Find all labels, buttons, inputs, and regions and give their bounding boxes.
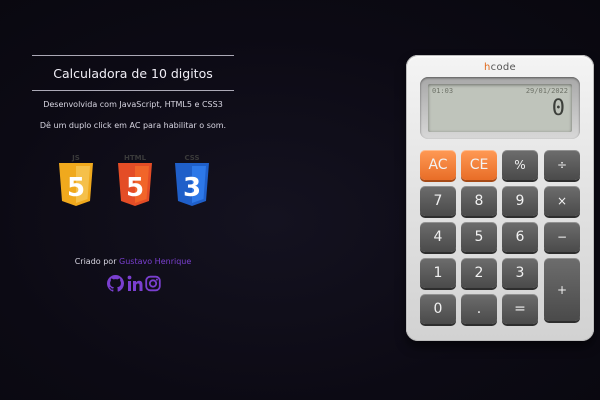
digit-8-button[interactable]: 8	[461, 186, 497, 216]
decimal-button[interactable]: .	[461, 294, 497, 324]
svg-text:HTML: HTML	[124, 154, 147, 162]
minus-button[interactable]: −	[544, 222, 580, 252]
brand-logo: hcode	[484, 62, 516, 73]
linkedin-icon[interactable]	[127, 275, 143, 292]
instagram-icon[interactable]	[145, 275, 161, 292]
ac-button[interactable]: AC	[420, 150, 456, 180]
tech-badges: JS 5 HTML 5 CSS 3	[57, 153, 217, 209]
credit-line: Criado por Gustavo Henrique	[50, 257, 216, 266]
svg-text:CSS: CSS	[184, 154, 199, 162]
lcd-display: 01:03 29/01/2022 0	[428, 84, 572, 132]
info-panel: Calculadora de 10 digitos Desenvolvida c…	[32, 55, 234, 130]
divider-top	[32, 55, 234, 56]
divider-bottom	[32, 90, 234, 91]
social-links	[107, 275, 163, 293]
sound-hint-text: Dê um duplo click em AC para habilitar o…	[39, 121, 227, 130]
lcd-value: 0	[551, 96, 566, 121]
digit-5-button[interactable]: 5	[461, 222, 497, 252]
divide-button[interactable]: ÷	[544, 150, 580, 180]
html5-badge-icon: HTML 5	[118, 154, 152, 206]
equals-button[interactable]: =	[502, 294, 538, 324]
plus-button[interactable]: +	[544, 258, 580, 321]
css3-badge-icon: CSS 3	[175, 154, 209, 206]
description-text: Desenvolvida com JavaScript, HTML5 e CSS…	[43, 100, 223, 109]
digit-4-button[interactable]: 4	[420, 222, 456, 252]
page-title: Calculadora de 10 digitos	[53, 66, 213, 81]
digit-0-button[interactable]: 0	[420, 294, 456, 324]
digit-9-button[interactable]: 9	[502, 186, 538, 216]
percent-button[interactable]: %	[502, 150, 538, 180]
github-icon[interactable]	[107, 275, 124, 292]
digit-6-button[interactable]: 6	[502, 222, 538, 252]
author-link[interactable]: Gustavo Henrique	[119, 257, 191, 266]
js-badge-icon: JS 5	[59, 154, 93, 206]
svg-text:3: 3	[183, 173, 201, 203]
digit-1-button[interactable]: 1	[420, 258, 456, 288]
calculator: hcode 01:03 29/01/2022 0 AC CE% ÷ 7 8 9 × 4 5 6− 1…	[406, 55, 594, 341]
svg-text:5: 5	[126, 173, 144, 203]
svg-text:5: 5	[67, 173, 85, 203]
credit-prefix: Criado por	[74, 257, 117, 266]
digit-3-button[interactable]: 3	[502, 258, 538, 288]
lcd-date: 29/01/2022	[525, 87, 568, 95]
lcd-time: 01:03	[432, 87, 454, 95]
multiply-button[interactable]: ×	[544, 186, 580, 216]
digit-2-button[interactable]: 2	[461, 258, 497, 288]
display-frame: 01:03 29/01/2022 0	[420, 77, 580, 139]
svg-text:JS: JS	[71, 154, 80, 162]
digit-7-button[interactable]: 7	[420, 186, 456, 216]
ce-button[interactable]: CE	[461, 150, 497, 180]
